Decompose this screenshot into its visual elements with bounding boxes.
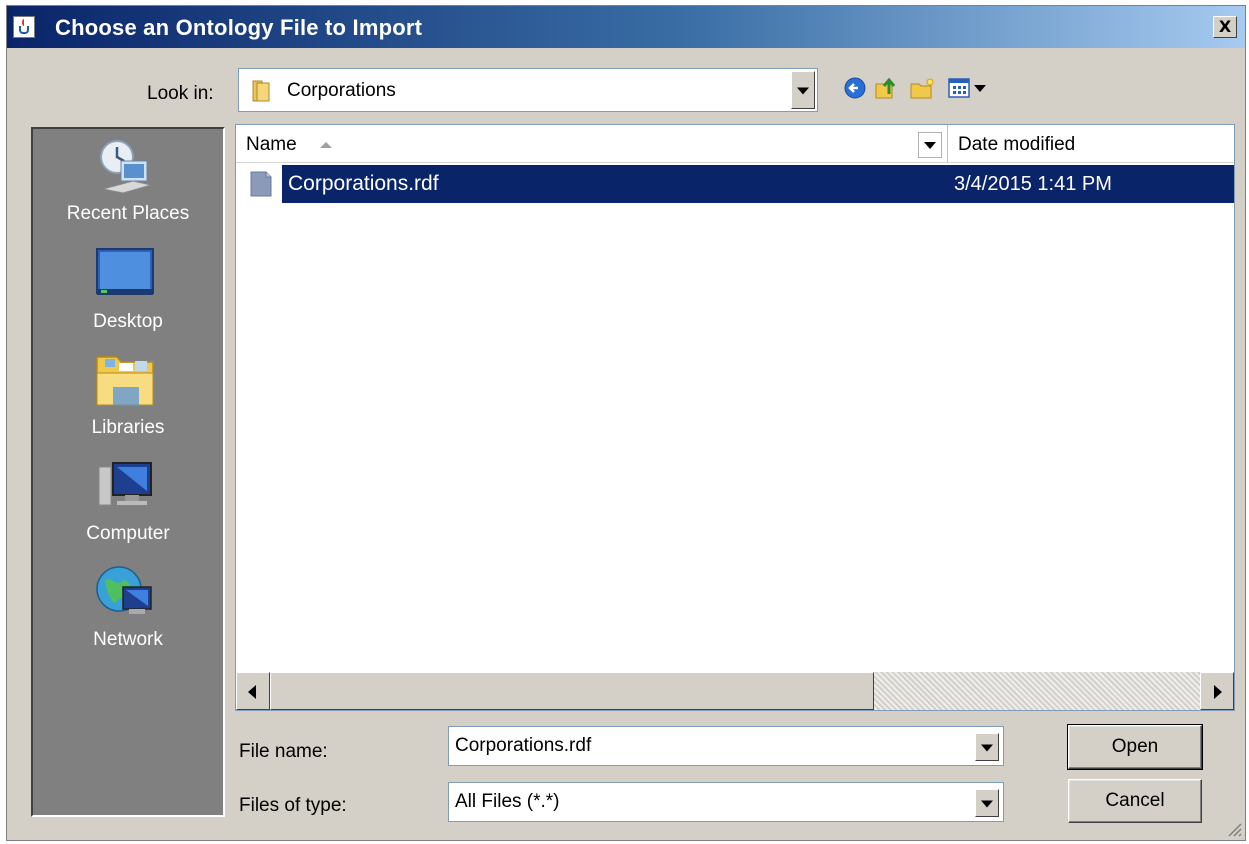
place-computer[interactable]: Computer: [33, 457, 223, 557]
title-bar[interactable]: Choose an Ontology File to Import X: [7, 6, 1245, 48]
file-type-combo[interactable]: All Files (*.*): [448, 782, 1004, 822]
close-button[interactable]: X: [1213, 16, 1237, 38]
scroll-right-button[interactable]: [1200, 672, 1234, 710]
java-app-icon: [13, 16, 35, 38]
column-filter-dropdown[interactable]: [918, 132, 942, 158]
libraries-icon: [96, 356, 154, 406]
desktop-icon: [96, 248, 154, 295]
folder-icon: [252, 80, 270, 102]
computer-icon: [98, 462, 152, 506]
cancel-button[interactable]: Cancel: [1068, 779, 1202, 823]
file-type-value: All Files (*.*): [455, 791, 560, 812]
up-folder-icon[interactable]: [873, 76, 899, 100]
file-type-label: Files of type:: [239, 795, 347, 816]
resize-grip-icon[interactable]: [1225, 820, 1243, 838]
look-in-value: Corporations: [287, 80, 396, 101]
new-folder-icon[interactable]: [909, 76, 935, 100]
file-row-selected[interactable]: Corporations.rdf 3/4/2015 1:41 PM: [236, 165, 1234, 203]
file-type-dropdown-button[interactable]: [975, 789, 999, 817]
dialog-title: Choose an Ontology File to Import: [55, 15, 423, 40]
look-in-label: Look in:: [147, 83, 214, 104]
place-label: Computer: [86, 523, 170, 544]
file-date-cell: 3/4/2015 1:41 PM: [948, 165, 1234, 203]
look-in-dropdown-button[interactable]: [791, 71, 815, 109]
places-bar: Recent Places Desktop Libraries Computer…: [31, 127, 225, 817]
file-name-input[interactable]: Corporations.rdf: [455, 735, 591, 757]
place-label: Libraries: [91, 417, 165, 438]
file-name-cell[interactable]: Corporations.rdf: [282, 165, 948, 203]
column-name-label: Name: [246, 134, 297, 155]
place-network[interactable]: Network: [33, 563, 223, 663]
file-name-dropdown-button[interactable]: [975, 733, 999, 761]
back-icon[interactable]: [843, 76, 867, 100]
scroll-left-button[interactable]: [236, 672, 270, 710]
scrollbar-thumb[interactable]: [270, 672, 874, 710]
sort-ascending-icon: [320, 142, 332, 148]
file-name-combo[interactable]: Corporations.rdf: [448, 726, 1004, 766]
place-label: Recent Places: [66, 203, 190, 224]
look-in-combo[interactable]: Corporations: [238, 68, 818, 112]
file-icon: [250, 171, 272, 197]
column-header-name[interactable]: Name: [236, 125, 948, 163]
view-menu-icon[interactable]: [947, 76, 989, 100]
open-button[interactable]: Open: [1067, 724, 1203, 770]
column-date-label: Date modified: [958, 134, 1076, 155]
place-label: Network: [93, 629, 163, 650]
place-libraries[interactable]: Libraries: [33, 351, 223, 451]
place-recent-places[interactable]: Recent Places: [33, 137, 223, 237]
network-icon: [96, 566, 152, 614]
file-list[interactable]: Name Date modified Corporations.rdf 3/4/…: [235, 124, 1235, 711]
place-label: Desktop: [93, 311, 163, 332]
horizontal-scrollbar[interactable]: [236, 672, 1234, 710]
column-header-date-modified[interactable]: Date modified: [948, 125, 1234, 163]
file-chooser-dialog: Choose an Ontology File to Import X Look…: [6, 5, 1246, 841]
recent-places-icon: [100, 140, 152, 194]
file-name-label: File name:: [239, 741, 328, 762]
place-desktop[interactable]: Desktop: [33, 245, 223, 345]
